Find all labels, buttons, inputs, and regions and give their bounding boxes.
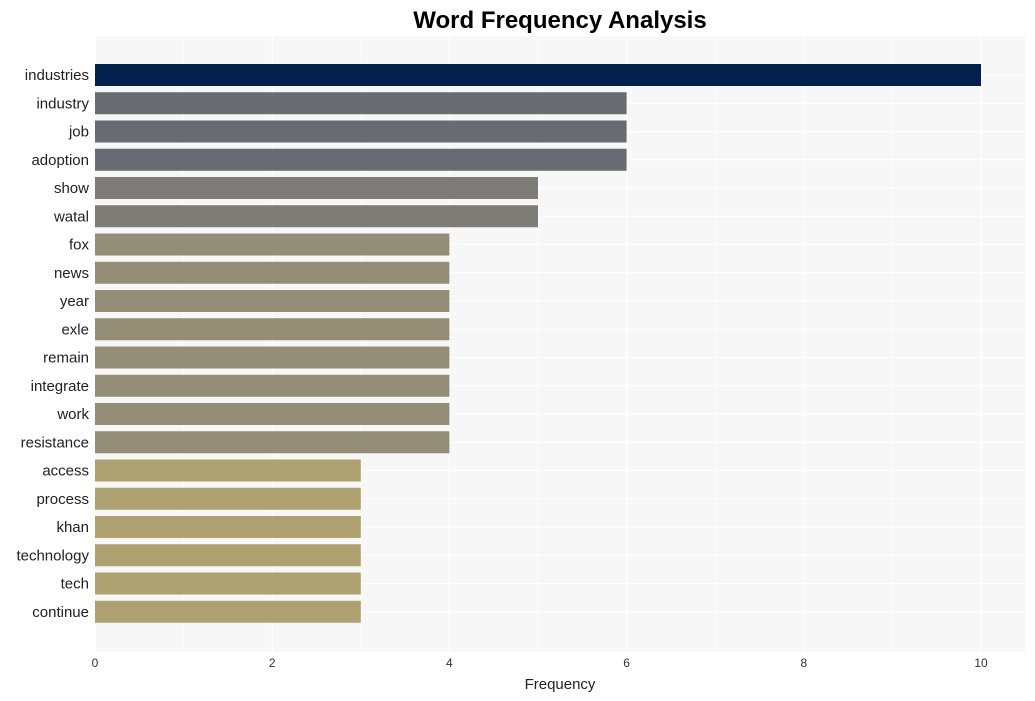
y-tick-label: work (56, 406, 89, 423)
x-tick-label: 8 (800, 656, 807, 670)
bar-show (95, 177, 538, 199)
bar-tech (95, 572, 361, 595)
y-tick-label: watal (53, 208, 89, 225)
bar-adoption (95, 148, 627, 171)
y-tick-label: year (60, 293, 89, 310)
bar-integrate (95, 374, 450, 397)
y-tick-label: khan (56, 519, 89, 536)
bar-watal (95, 205, 538, 228)
bar-process (95, 487, 361, 510)
x-tick-label: 2 (269, 656, 276, 670)
bar-access (95, 459, 361, 482)
y-tick-label: show (54, 180, 89, 197)
bar-news (95, 261, 450, 284)
y-tick-label: continue (32, 604, 89, 621)
y-tick-label: job (68, 124, 89, 141)
y-tick-label: remain (43, 350, 89, 367)
bar-industries (95, 64, 981, 86)
y-tick-label: exle (61, 321, 89, 338)
y-tick-label: process (36, 491, 89, 508)
x-tick-label: 10 (974, 656, 988, 670)
x-tick-labels: 0 2 4 6 8 10 (92, 656, 988, 670)
y-tick-label: technology (16, 547, 89, 564)
y-tick-label: resistance (21, 434, 89, 451)
bar-continue (95, 600, 361, 623)
x-tick-label: 0 (92, 656, 99, 670)
y-tick-label: industries (25, 67, 89, 84)
chart-title: Word Frequency Analysis (413, 7, 706, 34)
word-frequency-chart: Word Frequency Analysis industriesindust… (16, 7, 1025, 693)
bar-remain (95, 346, 450, 369)
y-tick-label: fox (69, 237, 90, 254)
y-tick-label: adoption (31, 152, 89, 169)
y-tick-label: integrate (31, 378, 89, 395)
bar-job (95, 120, 627, 143)
bar-exle (95, 318, 450, 341)
y-tick-labels: industries industry job adoption show watal fo… (16, 67, 89, 621)
bar-industry (95, 92, 627, 115)
bar-khan (95, 516, 361, 538)
x-tick-label: 6 (623, 656, 630, 670)
bar-technology (95, 544, 361, 567)
y-tick-label: access (42, 463, 89, 480)
x-tick-label: 4 (446, 656, 453, 670)
y-tick-label: industry (36, 95, 89, 112)
x-axis-label: Frequency (525, 676, 596, 693)
bar-resistance (95, 431, 450, 454)
y-tick-label: tech (61, 576, 89, 593)
bar-fox (95, 233, 450, 256)
y-tick-label: news (54, 265, 89, 282)
bar-year (95, 290, 450, 312)
bar-work (95, 403, 450, 425)
